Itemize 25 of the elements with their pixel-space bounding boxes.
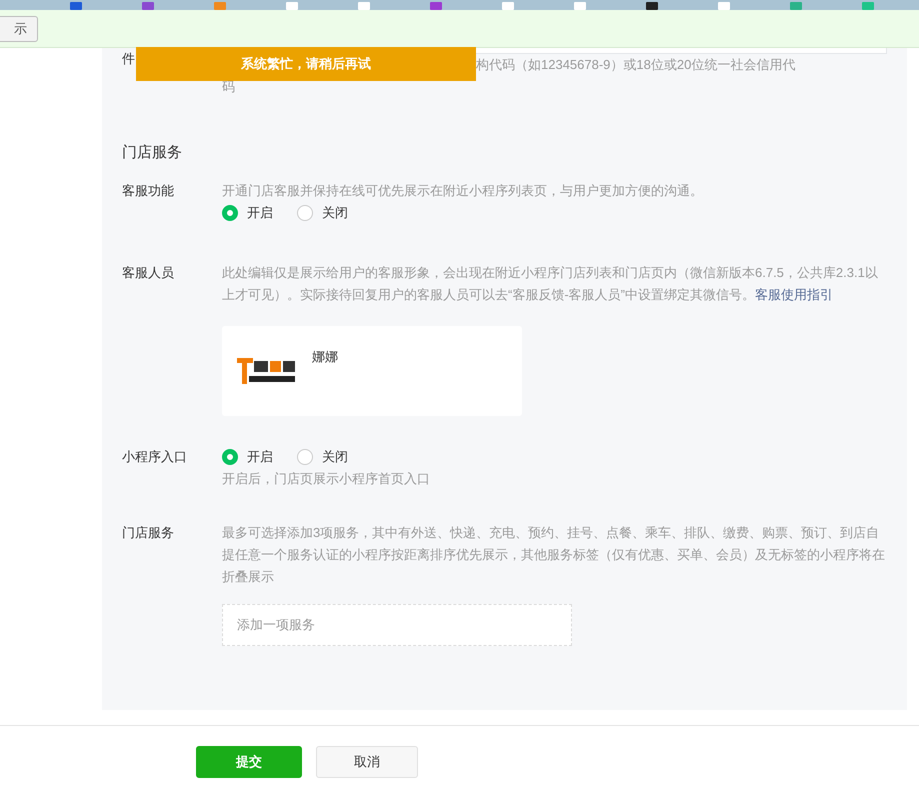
section-title: 门店服务 <box>122 143 183 163</box>
radio-option[interactable]: 关闭 <box>297 204 348 222</box>
field-label: 门店服务 <box>122 524 175 542</box>
toast-message: 系统繁忙，请稍后再试 <box>136 47 476 81</box>
radio-icon[interactable] <box>222 449 238 465</box>
radio-icon[interactable] <box>222 205 238 221</box>
field-label: 小程序入口 <box>122 448 188 466</box>
field-label: 件 <box>122 50 136 68</box>
guide-link[interactable]: 客服使用指引 <box>755 287 833 302</box>
description-text: 此处编辑仅是展示给用户的客服形象，会出现在附近小程序门店列表和门店页内（微信新版本6.7.5，公共库2.3.1以上才可见）。实际接待回复用户的客服人员可以去“客服反馈-客服人员”中设置绑定其微信号。客服使用指引 <box>222 264 879 304</box>
field-label: 客服功能 <box>122 182 175 200</box>
notice-button[interactable]: 示 <box>0 16 38 42</box>
hint-text: 构代码（如12345678-9）或18位或20位统一社会信用代 <box>476 56 796 74</box>
radio-icon[interactable] <box>297 449 313 465</box>
description-text: 最多可选择添加3项服务，其中有外送、快递、充电、预约、挂号、点餐、乘车、排队、缴费、购票、预订、到店自提任意一个服务认证的小程序按距离排序优先展示，其他服务标签（仅有优惠、买单、会员）及无标签的小程序将在折叠展示 <box>222 524 886 586</box>
radio-icon[interactable] <box>297 205 313 221</box>
radio-option[interactable]: 开启 <box>222 204 273 222</box>
hint-text: 开启后，门店页展示小程序首页入口 <box>222 470 431 488</box>
radio-option[interactable]: 开启 <box>222 448 273 466</box>
radio-option[interactable]: 关闭 <box>297 448 348 466</box>
cancel-button[interactable]: 取消 <box>316 746 418 778</box>
description-text: 开通门店客服并保持在线可优先展示在附近小程序列表页，与用户更加方便的沟通。 <box>222 182 704 200</box>
staff-name: 娜娜 <box>312 348 338 366</box>
field-label: 客服人员 <box>122 264 175 282</box>
hint-text: 码 <box>222 78 236 96</box>
